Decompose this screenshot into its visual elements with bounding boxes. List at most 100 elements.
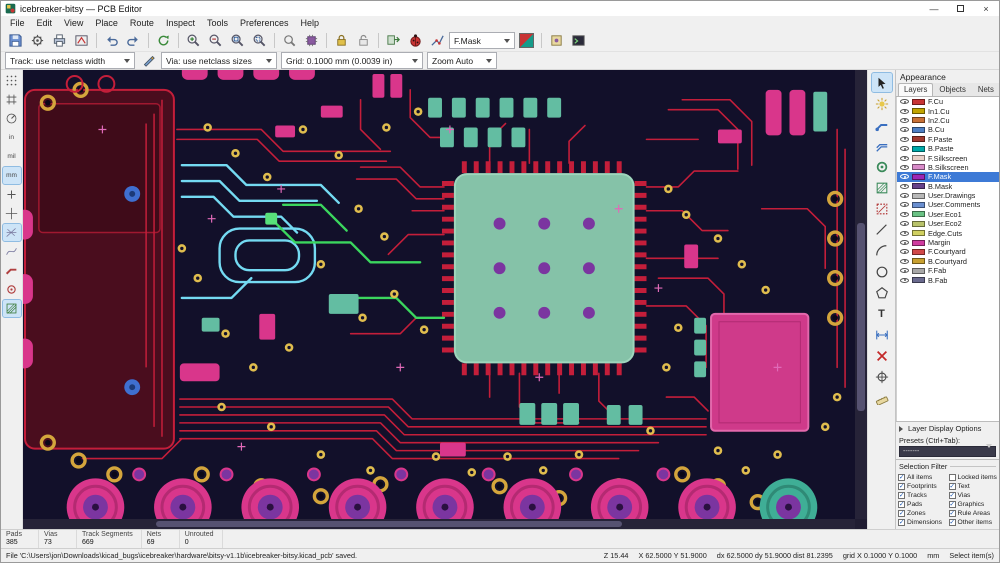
visibility-eye-icon[interactable] (900, 240, 909, 246)
draw-zone-button[interactable] (872, 178, 892, 197)
layer-row-b-mask[interactable]: B.Mask (897, 182, 999, 191)
layer-color-swatch[interactable] (912, 267, 925, 274)
checkbox[interactable] (948, 510, 956, 517)
ratsnest-visibility-toggle[interactable] (1, 223, 22, 242)
horizontal-scrollbar[interactable] (23, 519, 855, 529)
layer-row-in2-cu[interactable]: In2.Cu (897, 116, 999, 125)
visibility-eye-icon[interactable] (900, 174, 909, 180)
drc-button[interactable] (405, 31, 426, 50)
layer-row-b-cu[interactable]: B.Cu (897, 125, 999, 134)
maximize-button[interactable] (947, 1, 973, 16)
checkbox[interactable] (898, 501, 905, 508)
layer-color-swatch[interactable] (912, 277, 925, 284)
menu-file[interactable]: File (4, 16, 31, 30)
layer-color-swatch[interactable] (912, 155, 925, 162)
undo-button[interactable] (101, 31, 122, 50)
checkbox[interactable] (948, 501, 956, 508)
board-setup-button[interactable] (27, 31, 48, 50)
checkbox[interactable] (948, 474, 956, 481)
units-mils-toggle[interactable]: mil (3, 148, 21, 165)
checkbox[interactable] (898, 510, 905, 517)
graphic-line-button[interactable] (872, 220, 892, 239)
units-inches-toggle[interactable]: in (3, 129, 21, 146)
find-button[interactable] (279, 31, 300, 50)
rule-area-button[interactable] (872, 199, 892, 218)
save-button[interactable] (5, 31, 26, 50)
visibility-eye-icon[interactable] (900, 164, 909, 170)
vertical-scrollbar[interactable] (855, 70, 867, 519)
layer-color-swatch[interactable] (912, 136, 925, 143)
layer-color-swatch[interactable] (912, 126, 925, 133)
highlight-net-button[interactable] (872, 94, 892, 113)
grid-lines-toggle[interactable] (3, 91, 21, 108)
filter-graphics[interactable]: Graphics (948, 500, 998, 509)
menu-view[interactable]: View (58, 16, 89, 30)
layer-color-swatch[interactable] (912, 201, 925, 208)
measure-tool-button[interactable] (872, 388, 892, 407)
scripting-console-button[interactable] (568, 31, 589, 50)
horizontal-scrollbar-thumb[interactable] (156, 521, 623, 527)
layer-row-user-eco1[interactable]: User.Eco1 (897, 210, 999, 219)
visibility-eye-icon[interactable] (900, 277, 909, 283)
presets-dropdown[interactable]: ------- (899, 444, 996, 458)
layer-color-swatch[interactable] (912, 211, 925, 218)
filter-other-items[interactable]: Other items (948, 518, 998, 527)
zoom-out-button[interactable] (205, 31, 226, 50)
footprint-editor-button[interactable] (301, 31, 322, 50)
graphic-arc-button[interactable] (872, 241, 892, 260)
filter-locked-items[interactable]: Locked items (948, 473, 998, 482)
filter-all-items[interactable]: All items (898, 473, 947, 482)
plot-button[interactable] (71, 31, 92, 50)
layer-color-swatch[interactable] (912, 145, 925, 152)
visibility-eye-icon[interactable] (900, 183, 909, 189)
layer-row-in1-cu[interactable]: In1.Cu (897, 106, 999, 116)
tab-nets[interactable]: Nets (972, 83, 1000, 96)
ratsnest-curved-toggle[interactable] (3, 243, 21, 260)
layer-color-swatch[interactable] (912, 98, 925, 105)
layer-pair-button[interactable] (516, 31, 537, 50)
layer-row-b-courtyard[interactable]: B.Courtyard (897, 257, 999, 266)
layer-row-user-eco2[interactable]: User.Eco2 (897, 219, 999, 228)
zoom-selection-button[interactable] (249, 31, 270, 50)
footprint-wizard-button[interactable] (546, 31, 567, 50)
route-track-button[interactable] (872, 115, 892, 134)
layer-row-f-courtyard[interactable]: F.Courtyard (897, 247, 999, 256)
origin-tool-button[interactable] (872, 367, 892, 386)
filter-tracks[interactable]: Tracks (898, 491, 947, 500)
checkbox[interactable] (948, 483, 956, 490)
filter-footprints[interactable]: Footprints (898, 482, 947, 491)
menu-help[interactable]: Help (295, 16, 326, 30)
cursor-shape-toggle[interactable] (3, 186, 21, 203)
menu-edit[interactable]: Edit (31, 16, 59, 30)
visibility-eye-icon[interactable] (900, 99, 909, 105)
layer-row-b-silkscreen[interactable]: B.Silkscreen (897, 163, 999, 172)
layer-row-f-paste[interactable]: F.Paste (897, 135, 999, 144)
menu-place[interactable]: Place (89, 16, 124, 30)
place-via-button[interactable] (872, 157, 892, 176)
redo-button[interactable] (123, 31, 144, 50)
layer-row-f-silkscreen[interactable]: F.Silkscreen (897, 153, 999, 163)
print-button[interactable] (49, 31, 70, 50)
layer-color-swatch[interactable] (912, 248, 925, 255)
track-outline-toggle[interactable] (3, 262, 21, 279)
layer-color-swatch[interactable] (912, 258, 925, 265)
visibility-eye-icon[interactable] (900, 155, 909, 161)
filter-dimensions[interactable]: Dimensions (898, 518, 947, 527)
via-outline-toggle[interactable] (3, 281, 21, 298)
visibility-eye-icon[interactable] (900, 249, 909, 255)
layer-row-f-cu[interactable]: F.Cu (897, 97, 999, 106)
layer-color-swatch[interactable] (912, 117, 925, 124)
cursor-fullscreen-toggle[interactable] (3, 205, 21, 222)
checkbox[interactable] (898, 519, 905, 526)
layer-color-swatch[interactable] (912, 183, 925, 190)
visibility-eye-icon[interactable] (900, 202, 909, 208)
active-layer-selector[interactable]: F.Mask (449, 32, 515, 49)
layer-row-user-comments[interactable]: User.Comments (897, 200, 999, 209)
layer-color-swatch[interactable] (912, 164, 925, 171)
units-mm-toggle[interactable]: mm (1, 166, 22, 185)
filter-vias[interactable]: Vias (948, 491, 998, 500)
tab-objects[interactable]: Objects (933, 83, 971, 96)
menu-tools[interactable]: Tools (201, 16, 234, 30)
layer-row-b-paste[interactable]: B.Paste (897, 144, 999, 153)
select-tool-button[interactable] (870, 72, 893, 93)
